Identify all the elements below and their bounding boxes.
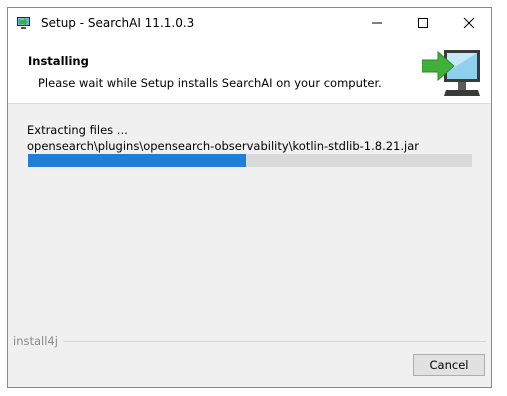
close-icon — [463, 17, 475, 29]
close-button[interactable] — [446, 8, 492, 38]
footer-divider — [63, 341, 486, 342]
progress-bar — [28, 154, 472, 167]
installer-app-icon — [17, 17, 30, 29]
title-bar[interactable]: Setup - SearchAI 11.1.0.3 — [8, 8, 491, 38]
page-title: Installing — [28, 54, 89, 68]
monitor-arrow-icon — [422, 50, 480, 96]
installer-brand-label: install4j — [13, 334, 58, 348]
maximize-button[interactable] — [400, 8, 446, 38]
current-file-path: opensearch\plugins\opensearch-observabil… — [27, 139, 419, 153]
progress-status-text: Extracting files ... — [27, 123, 128, 137]
cancel-button[interactable]: Cancel — [413, 354, 485, 376]
wizard-header: Installing Please wait while Setup insta… — [8, 38, 491, 104]
minimize-icon — [372, 22, 382, 24]
minimize-button[interactable] — [354, 8, 400, 38]
page-subtitle: Please wait while Setup installs SearchA… — [38, 76, 382, 90]
progress-bar-fill — [28, 154, 246, 167]
setup-window: Setup - SearchAI 11.1.0.3 Installing Ple… — [7, 7, 492, 388]
maximize-icon — [418, 18, 428, 28]
window-title: Setup - SearchAI 11.1.0.3 — [41, 16, 195, 30]
